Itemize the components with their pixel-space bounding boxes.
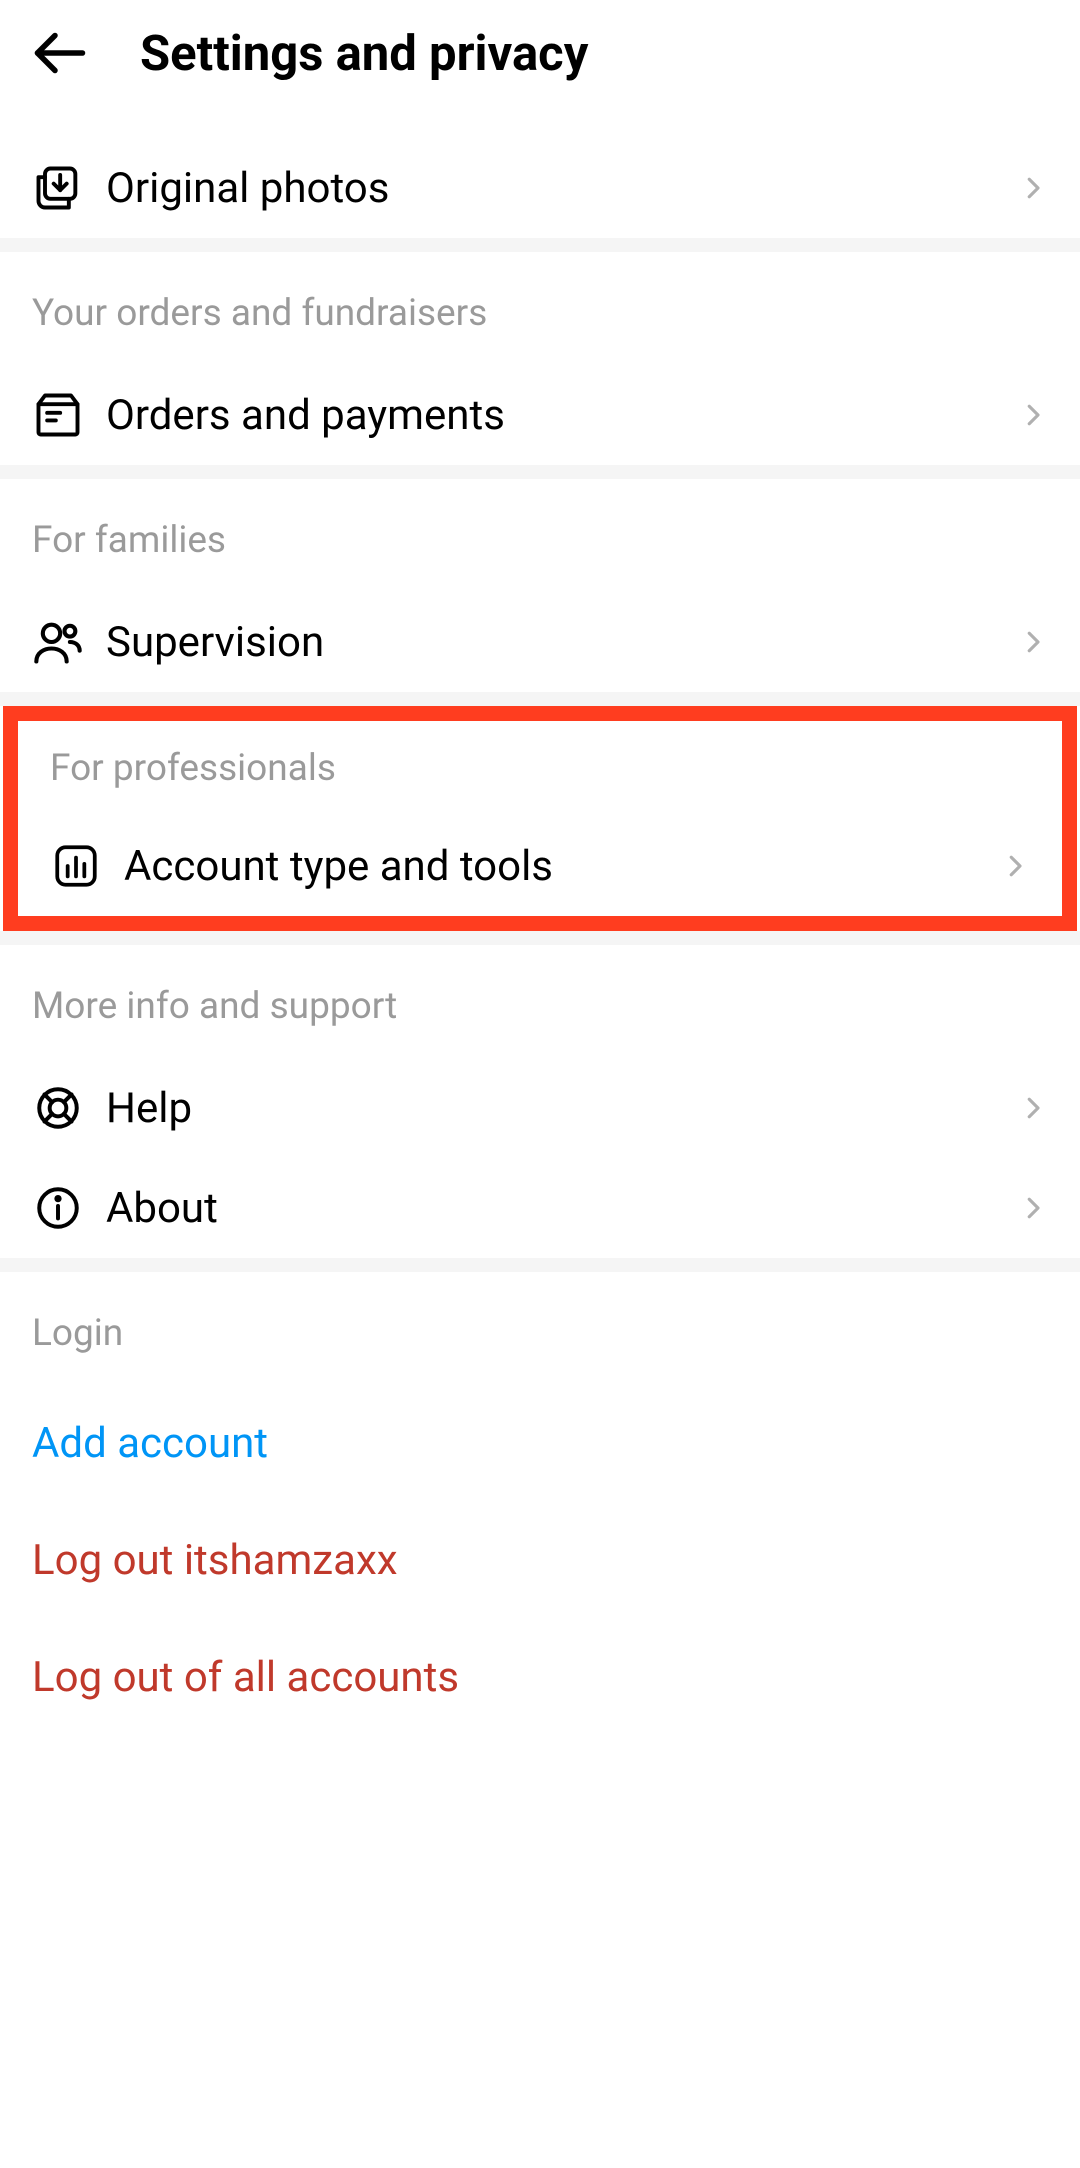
logout-all-button[interactable]: Log out of all accounts	[0, 1619, 1080, 1736]
add-account-button[interactable]: Add account	[0, 1385, 1080, 1502]
highlight-professionals: For professionals Account type and tools	[3, 706, 1077, 931]
row-about[interactable]: About	[0, 1158, 1080, 1258]
chevron-right-icon	[1018, 627, 1048, 657]
download-photo-icon	[32, 162, 84, 214]
arrow-left-icon	[30, 23, 90, 83]
info-icon	[32, 1182, 84, 1234]
row-label: Original photos	[106, 164, 1018, 213]
row-label: About	[106, 1184, 1018, 1233]
row-account-type-tools[interactable]: Account type and tools	[18, 816, 1062, 916]
row-original-photos[interactable]: Original photos	[0, 138, 1080, 238]
section-header-families: For families	[0, 479, 1080, 592]
header-bar: Settings and privacy	[0, 0, 1080, 118]
back-button[interactable]	[30, 18, 100, 88]
lifebuoy-icon	[32, 1082, 84, 1134]
row-label: Help	[106, 1084, 1018, 1133]
page-title: Settings and privacy	[140, 25, 588, 82]
chart-box-icon	[50, 840, 102, 892]
row-label: Supervision	[106, 618, 1018, 667]
row-label: Account type and tools	[124, 842, 1000, 891]
section-header-login: Login	[0, 1272, 1080, 1385]
people-icon	[32, 616, 84, 668]
section-header-orders: Your orders and fundraisers	[0, 252, 1080, 365]
row-label: Orders and payments	[106, 391, 1018, 440]
chevron-right-icon	[1018, 173, 1048, 203]
chevron-right-icon	[1018, 400, 1048, 430]
row-supervision[interactable]: Supervision	[0, 592, 1080, 692]
chevron-right-icon	[1000, 851, 1030, 881]
section-header-professionals: For professionals	[18, 721, 1062, 816]
logout-user-button[interactable]: Log out itshamzaxx	[0, 1502, 1080, 1619]
row-help[interactable]: Help	[0, 1058, 1080, 1158]
chevron-right-icon	[1018, 1193, 1048, 1223]
row-orders-payments[interactable]: Orders and payments	[0, 365, 1080, 465]
section-header-support: More info and support	[0, 945, 1080, 1058]
package-icon	[32, 389, 84, 441]
chevron-right-icon	[1018, 1093, 1048, 1123]
